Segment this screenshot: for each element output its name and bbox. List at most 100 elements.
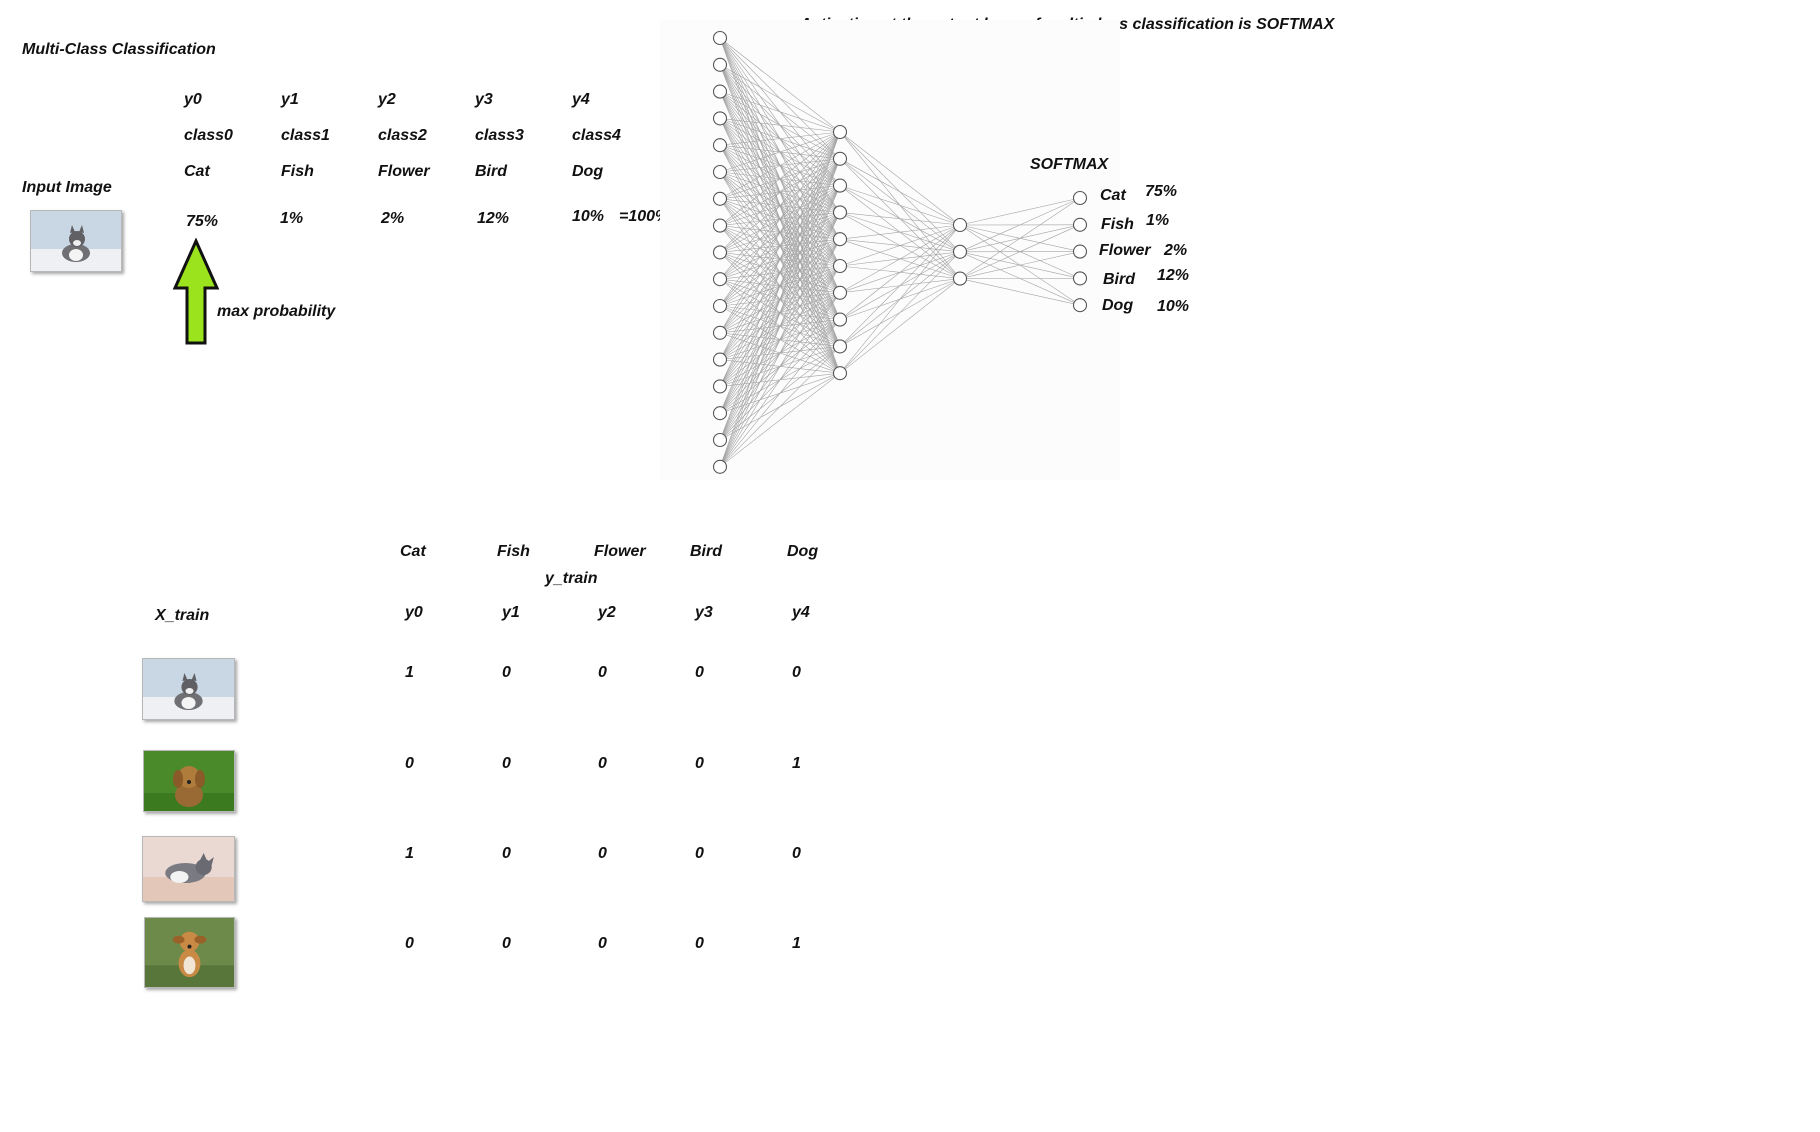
output-value-1: 1% <box>1146 212 1170 229</box>
hidden-neuron <box>832 366 848 381</box>
train-y-label-3: y3 <box>695 604 713 621</box>
neural-network-diagram <box>660 20 1120 480</box>
class-label-0: class0 <box>184 127 233 144</box>
train-cell: 1 <box>792 755 801 772</box>
train-cell: 1 <box>405 664 414 681</box>
output-value-0: 75% <box>1145 183 1178 200</box>
network-edge <box>839 224 961 374</box>
input-neuron <box>712 298 728 314</box>
network-edge <box>839 212 961 226</box>
class-name-4: Dog <box>572 163 604 180</box>
input-neuron <box>712 272 728 287</box>
output-neuron <box>1072 244 1088 259</box>
output-neuron <box>1072 217 1088 232</box>
train-cell: 0 <box>598 755 607 772</box>
input-neuron <box>712 325 728 340</box>
train-cell: 0 <box>502 755 511 772</box>
network-edge <box>839 224 961 267</box>
train-cell: 1 <box>405 845 414 862</box>
output-value-2: 2% <box>1164 242 1188 259</box>
train-y-label-2: y2 <box>598 604 616 621</box>
input-neuron <box>712 30 728 46</box>
train-cell: 0 <box>695 664 704 681</box>
page-title: Multi-Class Classification <box>22 41 216 58</box>
prob-4: 10% <box>572 208 605 225</box>
network-edge <box>959 197 1081 279</box>
train-cell: 0 <box>598 664 607 681</box>
input-neuron <box>712 111 728 126</box>
output-neuron <box>1072 298 1088 313</box>
max-probability-label: max probability <box>217 303 336 320</box>
output-name-0: Cat <box>1100 187 1126 204</box>
y-label-1: y1 <box>281 91 299 108</box>
class-name-3: Bird <box>475 163 507 180</box>
train-class-3: Bird <box>690 543 722 560</box>
train-class-4: Dog <box>787 543 819 560</box>
y-label-0: y0 <box>184 91 202 108</box>
class-label-2: class2 <box>378 127 427 144</box>
train-cell: 0 <box>405 755 414 772</box>
network-edge <box>839 251 961 374</box>
train-cell: 1 <box>792 935 801 952</box>
input-neuron <box>712 432 728 448</box>
train-cell: 0 <box>598 935 607 952</box>
hidden-neuron <box>832 151 848 166</box>
train-cat-image <box>142 836 235 902</box>
train-dog-image <box>143 750 235 812</box>
train-y-label-1: y1 <box>502 604 520 621</box>
hidden-neuron <box>832 285 848 300</box>
train-cell: 0 <box>695 755 704 772</box>
input-neuron <box>712 164 728 180</box>
input-image-label: Input Image <box>22 179 112 196</box>
network-edge <box>839 224 961 320</box>
hidden-neuron <box>832 339 848 354</box>
hidden-neuron <box>832 232 848 247</box>
input-neuron <box>712 459 728 474</box>
train-cell: 0 <box>598 845 607 862</box>
train-cell: 0 <box>695 845 704 862</box>
network-edge <box>839 224 961 347</box>
y-label-2: y2 <box>378 91 396 108</box>
output-name-3: Bird <box>1103 271 1135 288</box>
network-edge <box>959 197 1081 226</box>
network-edge <box>839 224 961 294</box>
network-edge <box>839 158 961 226</box>
hidden-neuron <box>832 312 848 327</box>
train-class-2: Flower <box>594 543 646 560</box>
class-label-3: class3 <box>475 127 524 144</box>
output-neuron <box>1072 271 1088 286</box>
train-cell: 0 <box>502 845 511 862</box>
output-value-4: 10% <box>1157 298 1190 315</box>
input-neuron <box>712 379 728 394</box>
train-y-label-4: y4 <box>792 604 810 621</box>
hidden-neuron <box>832 258 848 274</box>
output-neuron <box>1072 190 1088 206</box>
hidden-neuron <box>832 178 848 193</box>
class-name-2: Flower <box>378 163 430 180</box>
prob-2: 2% <box>381 210 405 227</box>
y-label-4: y4 <box>572 91 590 108</box>
train-cell: 0 <box>502 935 511 952</box>
input-neuron <box>712 245 728 260</box>
hidden-neuron <box>832 205 848 220</box>
train-cell: 0 <box>792 664 801 681</box>
network-edge <box>839 278 961 374</box>
train-cat-image <box>142 658 235 720</box>
input-cat-image <box>30 210 122 272</box>
train-class-1: Fish <box>497 543 530 560</box>
input-neuron <box>712 218 728 233</box>
train-y-label-0: y0 <box>405 604 423 621</box>
prob-0: 75% <box>186 213 219 230</box>
input-neuron <box>712 138 728 153</box>
output-name-2: Flower <box>1099 242 1151 259</box>
input-neuron <box>712 352 728 367</box>
hidden-neuron <box>952 271 968 286</box>
output-name-4: Dog <box>1102 297 1134 314</box>
hidden-neuron <box>952 217 968 233</box>
hidden-neuron <box>952 244 968 259</box>
prob-3: 12% <box>477 210 510 227</box>
train-cell: 0 <box>405 935 414 952</box>
network-edge <box>839 131 961 226</box>
network-edge <box>839 224 961 240</box>
train-cell: 0 <box>695 935 704 952</box>
